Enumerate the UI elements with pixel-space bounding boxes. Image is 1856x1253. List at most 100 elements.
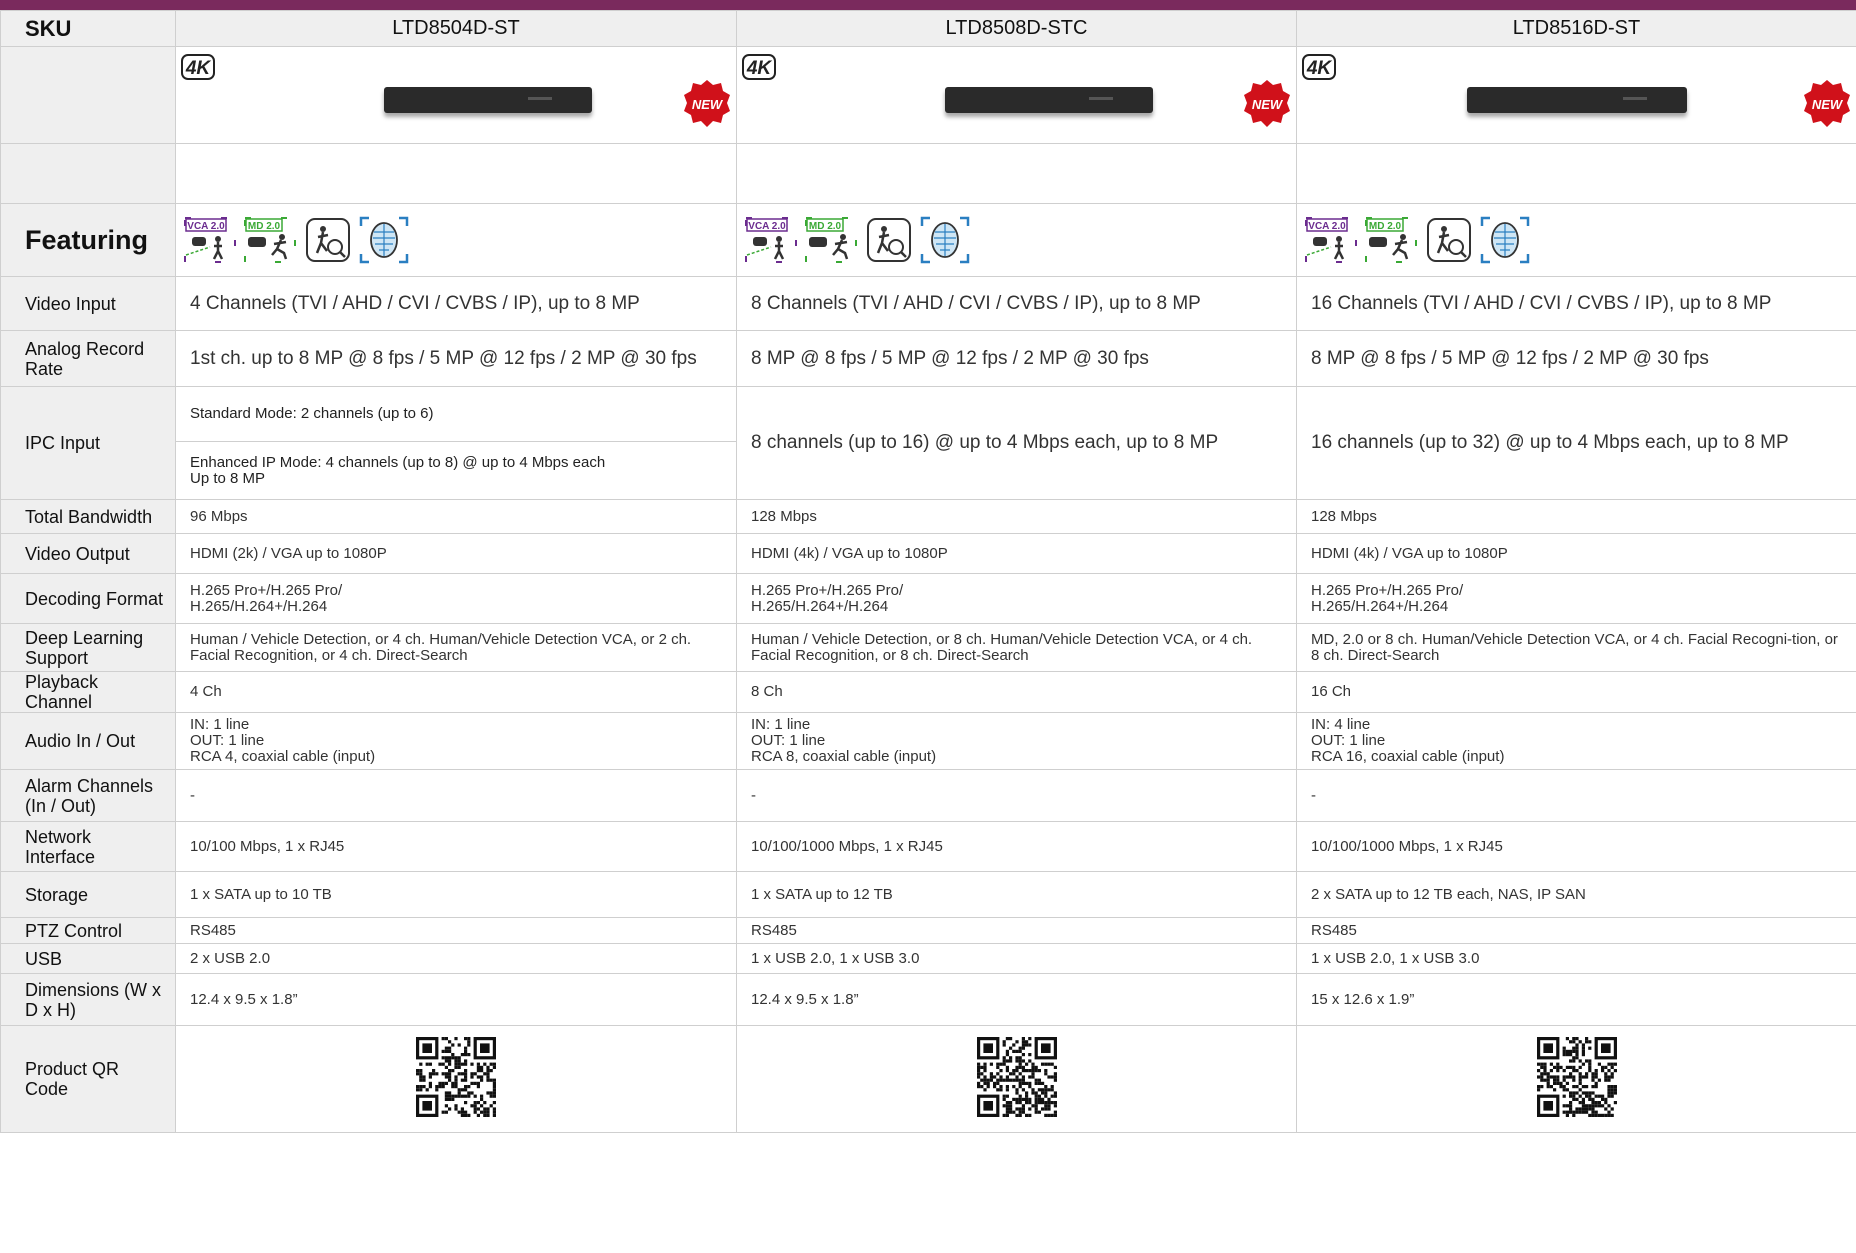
audio-row: Audio In / Out IN: 1 line OUT: 1 line RC… [0, 712, 1856, 770]
direct-search-icon [305, 218, 350, 262]
product-image-cell-1: 4K NEW [175, 46, 737, 144]
svg-text:NEW: NEW [692, 97, 724, 112]
cell-value: H.265 Pro+/H.265 Pro/ H.265/H.264+/H.264 [736, 573, 1297, 624]
qr-code-row: Product QR Code [0, 1025, 1856, 1133]
cell-value: H.265 Pro+/H.265 Pro/ H.265/H.264+/H.264 [1296, 573, 1856, 624]
cell-value: 8 MP @ 8 fps / 5 MP @ 12 fps / 2 MP @ 30… [1296, 330, 1856, 387]
svg-text:VCA 2.0: VCA 2.0 [187, 221, 225, 232]
sku-row: SKU LTD8504D-ST LTD8508D-STC LTD8516D-ST [0, 10, 1856, 47]
row-label: Video Input [0, 276, 176, 331]
cell-value: 1st ch. up to 8 MP @ 8 fps / 5 MP @ 12 f… [175, 330, 737, 387]
featuring-icons-2: VCA 2.0 MD 2.0 [736, 203, 1297, 277]
cell-value: 128 Mbps [736, 499, 1297, 534]
cell-value: RS485 [1296, 917, 1856, 944]
product-image-cell-2: 4K NEW [736, 46, 1297, 144]
cell-value: 10/100 Mbps, 1 x RJ45 [175, 821, 737, 872]
cell-value: 96 Mbps [175, 499, 737, 534]
sku-label: SKU [0, 10, 176, 47]
cell-value: MD, 2.0 or 8 ch. Human/Vehicle Detection… [1296, 623, 1856, 672]
cell-value: 4 Channels (TVI / AHD / CVI / CVBS / IP)… [175, 276, 737, 331]
ipc-enhanced-mode: Enhanced IP Mode: 4 channels (up to 8) @… [190, 453, 606, 487]
cell-value: 15 x 12.6 x 1.9” [1296, 973, 1856, 1026]
storage-row: Storage 1 x SATA up to 10 TB 1 x SATA up… [0, 871, 1856, 918]
blank-cell-1 [175, 143, 737, 204]
qr-code-icon[interactable] [416, 1036, 496, 1117]
featuring-icons-3: VCA 2.0 MD 2.0 [1296, 203, 1856, 277]
cell-value: IN: 4 line OUT: 1 line RCA 16, coaxial c… [1296, 712, 1856, 770]
featuring-row: Featuring VCA 2.0 MD 2.0 VCA 2.0 MD 2.0 … [0, 203, 1856, 277]
cell-value: HDMI (4k) / VGA up to 1080P [1296, 533, 1856, 574]
row-label: Network Interface [0, 821, 176, 872]
cell-value: 1 x USB 2.0, 1 x USB 3.0 [736, 943, 1297, 974]
qr-code-icon[interactable] [976, 1036, 1057, 1117]
cell-value: 2 x SATA up to 12 TB each, NAS, IP SAN [1296, 871, 1856, 918]
row-label: Video Output [0, 533, 176, 574]
cell-value: 10/100/1000 Mbps, 1 x RJ45 [1296, 821, 1856, 872]
row-label: Product QR Code [0, 1025, 176, 1133]
sku-header-1: LTD8504D-ST [175, 10, 737, 47]
facial-recognition-icon [1481, 216, 1530, 264]
deep-learning-row: Deep Learning Support Human / Vehicle De… [0, 623, 1856, 672]
cell-value: 8 Channels (TVI / AHD / CVI / CVBS / IP)… [736, 276, 1297, 331]
cell-value: H.265 Pro+/H.265 Pro/ H.265/H.264+/H.264 [175, 573, 737, 624]
dimensions-row: Dimensions (W x D x H) 12.4 x 9.5 x 1.8”… [0, 973, 1856, 1026]
qr-cell-1 [175, 1025, 737, 1133]
cell-value: Human / Vehicle Detection, or 4 ch. Huma… [175, 623, 737, 672]
sku-header-2: LTD8508D-STC [736, 10, 1297, 47]
cell-value: HDMI (4k) / VGA up to 1080P [736, 533, 1297, 574]
product-image-cell-3: 4K NEW [1296, 46, 1856, 144]
row-label: Dimensions (W x D x H) [0, 973, 176, 1026]
md-2.0-icon: MD 2.0 [244, 217, 297, 263]
ipc-input-row: IPC Input Standard Mode: 2 channels (up … [0, 386, 1856, 500]
blank-row-label [0, 143, 176, 204]
alarm-channels-row: Alarm Channels (In / Out) - - - [0, 769, 1856, 822]
spec-table: SKU LTD8504D-ST LTD8508D-STC LTD8516D-ST… [0, 10, 1856, 1133]
new-badge-icon: NEW [1804, 80, 1850, 127]
cell-value: RS485 [175, 917, 737, 944]
cell-value: - [736, 769, 1297, 822]
row-label: USB [0, 943, 176, 974]
direct-search-icon [1426, 218, 1471, 262]
cell-value: - [175, 769, 737, 822]
product-image-row: 4K NEW 4K NEW 4K NEW [0, 46, 1856, 144]
row-label: Playback Channel [0, 671, 176, 713]
cell-value: 2 x USB 2.0 [175, 943, 737, 974]
blank-cell-3 [1296, 143, 1856, 204]
network-interface-row: Network Interface 10/100 Mbps, 1 x RJ45 … [0, 821, 1856, 872]
facial-recognition-icon [360, 216, 409, 264]
md-2.0-icon: MD 2.0 [805, 217, 858, 263]
dvr-product-image [1467, 87, 1687, 113]
cell-value: IN: 1 line OUT: 1 line RCA 8, coaxial ca… [736, 712, 1297, 770]
ptz-control-row: PTZ Control RS485 RS485 RS485 [0, 917, 1856, 944]
dvr-product-image [384, 87, 592, 113]
total-bandwidth-row: Total Bandwidth 96 Mbps 128 Mbps 128 Mbp… [0, 499, 1856, 534]
cell-value: RS485 [736, 917, 1297, 944]
video-input-row: Video Input 4 Channels (TVI / AHD / CVI … [0, 276, 1856, 331]
direct-search-icon [866, 218, 911, 262]
video-output-row: Video Output HDMI (2k) / VGA up to 1080P… [0, 533, 1856, 574]
sku-header-3: LTD8516D-ST [1296, 10, 1856, 47]
usb-row: USB 2 x USB 2.0 1 x USB 2.0, 1 x USB 3.0… [0, 943, 1856, 974]
svg-text:VCA 2.0: VCA 2.0 [748, 221, 786, 232]
cell-value: 10/100/1000 Mbps, 1 x RJ45 [736, 821, 1297, 872]
blank-cell-2 [736, 143, 1297, 204]
svg-text:MD 2.0: MD 2.0 [1369, 221, 1402, 232]
vca-2.0-icon: VCA 2.0 [1305, 217, 1357, 263]
qr-code-icon[interactable] [1536, 1036, 1617, 1117]
cell-value: 4 Ch [175, 671, 737, 713]
vca-2.0-icon: VCA 2.0 [184, 217, 236, 263]
svg-text:NEW: NEW [1252, 97, 1284, 112]
cell-value: HDMI (2k) / VGA up to 1080P [175, 533, 737, 574]
cell-value: 16 Channels (TVI / AHD / CVI / CVBS / IP… [1296, 276, 1856, 331]
cell-value: 8 channels (up to 16) @ up to 4 Mbps eac… [736, 386, 1297, 500]
4k-badge-icon: 4K [1302, 54, 1336, 80]
row-label: Alarm Channels (In / Out) [0, 769, 176, 822]
row-label: IPC Input [0, 386, 176, 500]
row-label: Analog Record Rate [0, 330, 176, 387]
cell-value: 12.4 x 9.5 x 1.8” [736, 973, 1297, 1026]
md-2.0-icon: MD 2.0 [1365, 217, 1418, 263]
row-label: PTZ Control [0, 917, 176, 944]
playback-channel-row: Playback Channel 4 Ch 8 Ch 16 Ch [0, 671, 1856, 713]
row-label: Total Bandwidth [0, 499, 176, 534]
top-accent-bar [0, 0, 1856, 10]
